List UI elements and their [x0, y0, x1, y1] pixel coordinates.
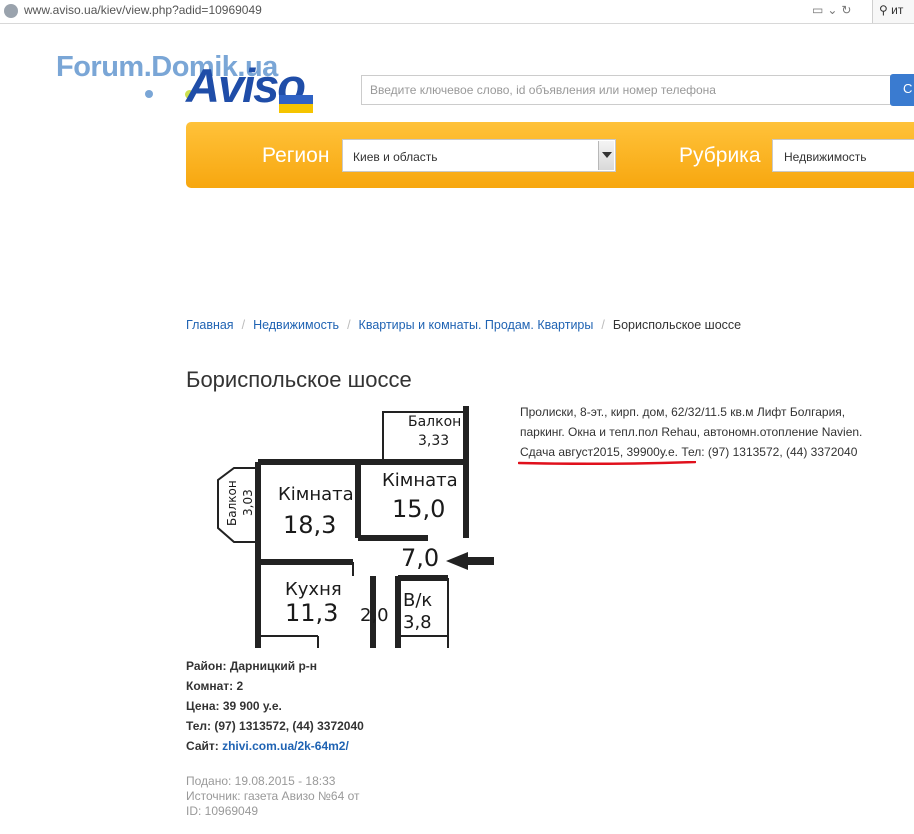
browser-search-value: ит	[891, 3, 904, 17]
search-icon: ⚲	[879, 3, 888, 17]
description-line: Сдача август2015, 39900у.е. Тел: (97) 13…	[520, 445, 858, 459]
site-search	[361, 75, 891, 105]
rooms-row: Комнат: 2	[186, 676, 364, 696]
rubric-label: Рубрика	[679, 144, 761, 167]
source-text: Источник: газета Авизо №64 от	[186, 789, 360, 803]
price-label: Цена:	[186, 699, 220, 713]
listing-details: Район: Дарницкий р-н Комнат: 2 Цена: 39 …	[186, 656, 364, 756]
browser-search-field[interactable]: ⚲ ит	[872, 0, 914, 23]
description-line: паркинг. Окна и тепл.пол Rehau, автономн…	[520, 425, 863, 439]
wc-area: 3,8	[403, 612, 432, 633]
breadcrumb-home[interactable]: Главная	[186, 318, 234, 332]
listing-id: ID: 10969049	[186, 804, 259, 818]
district-label: Район:	[186, 659, 227, 673]
rubric-value: Недвижимость	[784, 150, 867, 164]
region-select[interactable]: Киев и область	[342, 139, 616, 172]
region-label: Регион	[262, 144, 330, 167]
page-title: Бориспольское шоссе	[186, 367, 412, 392]
ukraine-flag-icon	[279, 95, 313, 113]
search-button[interactable]: С	[890, 74, 914, 106]
floorplan-image[interactable]: Балкон 3,33 Балкон 3,03 Кімната 18,3 Кім…	[198, 406, 496, 648]
wc-label: В/к	[403, 590, 432, 611]
phone-row: Тел: (97) 1313572, (44) 3372040	[186, 716, 364, 736]
balcony-top-label: Балкон	[408, 414, 461, 430]
bath-area: 2,0	[360, 605, 389, 626]
globe-icon	[4, 4, 18, 18]
breadcrumb-current: Бориспольское шоссе	[612, 318, 742, 332]
rubric-select[interactable]: Недвижимость	[772, 139, 914, 172]
breadcrumb-real-estate[interactable]: Недвижимость	[253, 318, 339, 332]
search-input[interactable]	[362, 76, 890, 104]
address-bar-tools-icon[interactable]: ▭⌄↻	[812, 3, 855, 17]
listing-description: Пролиски, 8-эт., кирп. дом, 62/32/11.5 к…	[520, 402, 910, 462]
balcony-left-label: Балкон	[225, 480, 239, 526]
browser-address-bar: www.aviso.ua/kiev/view.php?adid=10969049…	[0, 0, 914, 24]
logo-dot-icon	[145, 90, 153, 98]
breadcrumb-separator: /	[347, 318, 351, 332]
balcony-left-area: 3,03	[241, 489, 255, 516]
price-row: Цена: 39 900 у.е.	[186, 696, 364, 716]
chevron-down-icon[interactable]	[598, 141, 614, 170]
breadcrumb-separator: /	[601, 318, 605, 332]
red-highlight-underline	[518, 461, 696, 465]
district-row: Район: Дарницкий р-н	[186, 656, 364, 676]
site-label: Сайт:	[186, 739, 219, 753]
room2-label: Кімната	[382, 470, 458, 491]
kitchen-area: 11,3	[285, 599, 338, 627]
rooms-label: Комнат:	[186, 679, 234, 693]
breadcrumb-separator: /	[241, 318, 246, 332]
posted-date: Подано: 19.08.2015 - 18:33	[186, 774, 336, 788]
phone-value: (97) 1313572, (44) 3372040	[214, 719, 364, 733]
hall-area: 7,0	[401, 544, 439, 572]
rooms-value: 2	[236, 679, 244, 693]
room1-label: Кімната	[278, 484, 354, 505]
site-row: Сайт: zhivi.com.ua/2k-64m2/	[186, 736, 364, 756]
site-link[interactable]: zhivi.com.ua/2k-64m2/	[222, 739, 349, 753]
room1-area: 18,3	[283, 511, 336, 539]
room2-area: 15,0	[392, 495, 445, 523]
url-text[interactable]: www.aviso.ua/kiev/view.php?adid=10969049	[24, 3, 262, 17]
breadcrumb: Главная / Недвижимость / Квартиры и комнаты.…	[186, 318, 741, 332]
description-line: Пролиски, 8-эт., кирп. дом, 62/32/11.5 к…	[520, 405, 846, 419]
district-value: Дарницкий р-н	[229, 659, 318, 673]
listing-meta: Подано: 19.08.2015 - 18:33 Источник: газ…	[186, 774, 359, 819]
phone-label: Тел:	[186, 719, 212, 733]
kitchen-label: Кухня	[285, 579, 342, 600]
breadcrumb-apartments[interactable]: Квартиры и комнаты. Продам. Квартиры	[359, 318, 594, 332]
balcony-top-area: 3,33	[418, 433, 449, 449]
price-value: 39 900 у.е.	[222, 699, 282, 713]
region-value: Киев и область	[353, 150, 438, 164]
